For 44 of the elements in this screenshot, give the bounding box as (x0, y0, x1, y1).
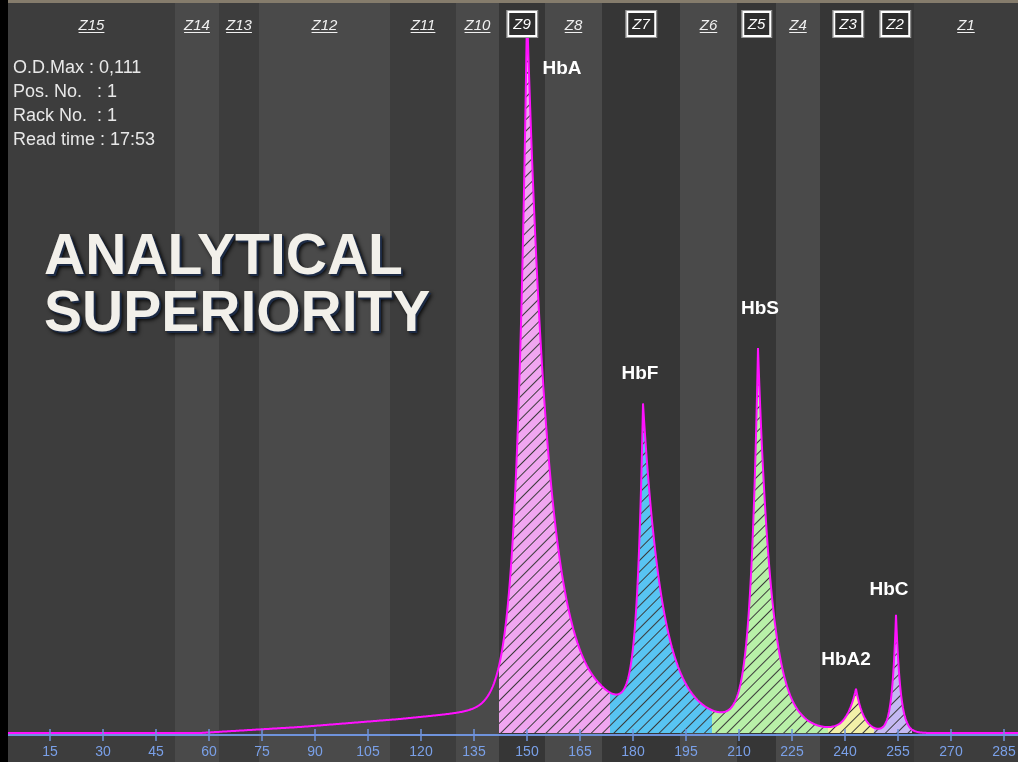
zone-label: Z12 (311, 14, 338, 35)
peak-label: HbS (741, 297, 779, 319)
tick-label: 120 (409, 742, 433, 760)
tick-label: 150 (515, 742, 539, 760)
zone-label: Z13 (226, 14, 252, 35)
tick-label: 285 (992, 742, 1016, 760)
tick-label: 195 (674, 742, 698, 760)
tick-label: 60 (201, 742, 217, 760)
zone-label: Z15 (78, 14, 105, 35)
tick-label: 135 (462, 742, 486, 760)
peak-label: HbA (542, 57, 582, 79)
tick-label: 30 (95, 742, 111, 760)
zone-label: Z11 (410, 14, 436, 35)
zone-label: Z7 (626, 11, 656, 37)
tick-label: 225 (780, 742, 804, 760)
tick-label: 255 (886, 742, 910, 760)
tick-label: 75 (254, 742, 270, 760)
peak-label: HbA2 (821, 648, 871, 670)
info-text: Rack No. : 1 (13, 104, 119, 127)
zone-label: Z8 (564, 14, 583, 35)
info-text: Read time : 17:53 (13, 128, 156, 151)
tick-label: 270 (939, 742, 963, 760)
info-text: O.D.Max : 0,111 (13, 56, 143, 79)
zone-label: Z5 (741, 11, 772, 37)
tick-label: 90 (307, 742, 323, 760)
tick-label: 210 (727, 742, 751, 760)
zone-label: Z3 (833, 11, 863, 37)
zone-label: Z4 (789, 14, 807, 35)
zone-label: Z6 (699, 14, 718, 35)
zone-label: Z2 (880, 11, 910, 37)
zone-label: Z14 (184, 14, 210, 35)
tick-label: 105 (356, 742, 380, 760)
zone-label: Z10 (464, 14, 491, 35)
info-text: Pos. No. : 1 (13, 80, 119, 103)
zone-label: Z1 (957, 14, 975, 35)
tick-label: 165 (568, 742, 592, 760)
tick-label: 240 (833, 742, 857, 760)
peak-label: HbC (869, 578, 909, 600)
tick-label: 45 (148, 742, 164, 760)
headline: ANALYTICAL SUPERIORITY (44, 226, 432, 340)
peak-label: HbF (621, 362, 659, 384)
tick-label: 180 (621, 742, 645, 760)
tick-label: 15 (42, 742, 58, 760)
zone-label: Z9 (507, 11, 537, 37)
